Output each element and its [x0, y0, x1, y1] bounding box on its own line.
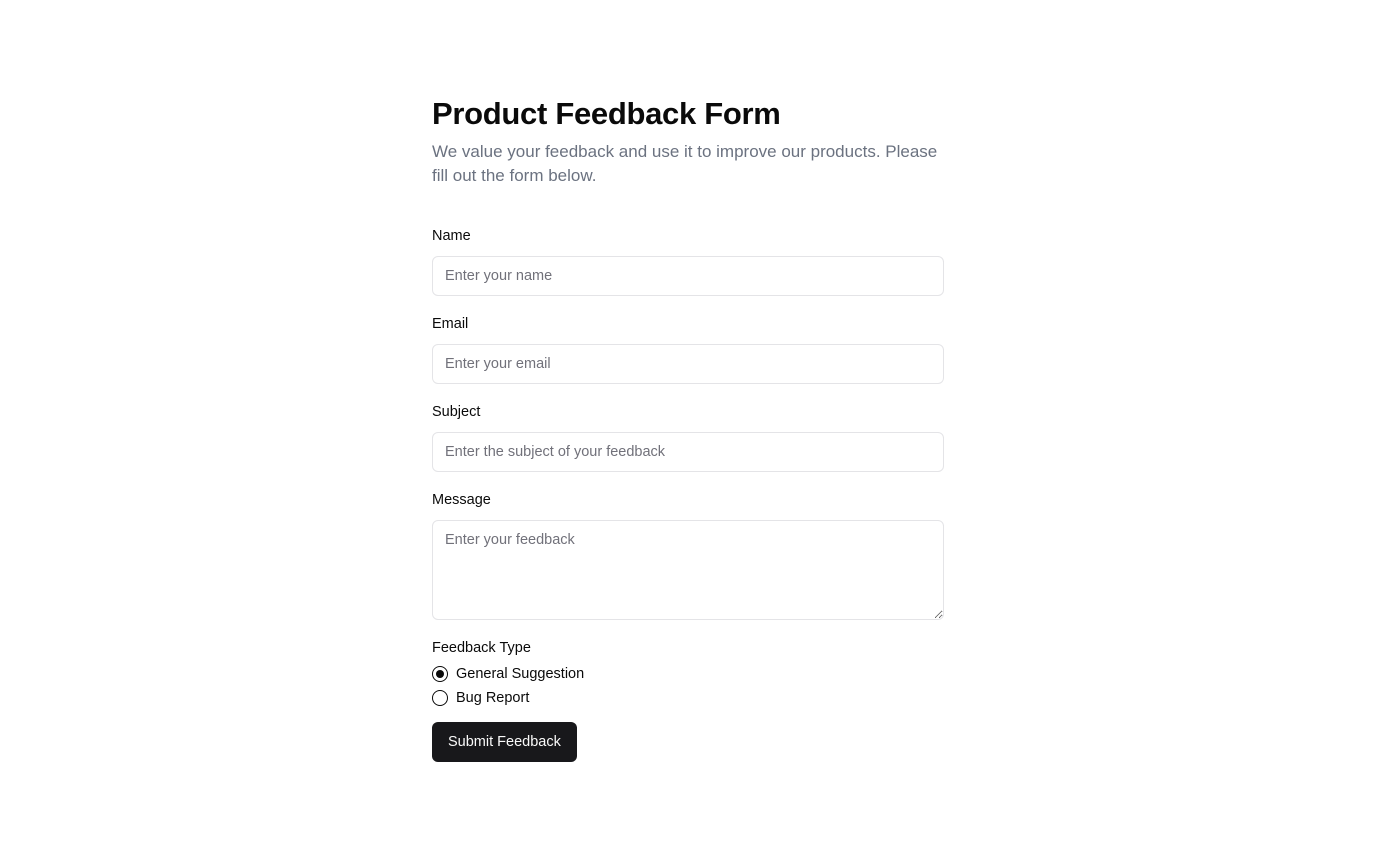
subject-label: Subject: [432, 404, 481, 420]
page-subtitle: We value your feedback and use it to imp…: [432, 142, 938, 185]
radio-unchecked-icon[interactable]: [432, 690, 448, 706]
message-field-group: Message: [432, 490, 944, 620]
name-label: Name: [432, 228, 471, 244]
subject-field-group: Subject: [432, 402, 944, 472]
radio-label-bug-report[interactable]: Bug Report: [456, 688, 529, 708]
submit-feedback-button[interactable]: Submit Feedback: [432, 722, 577, 762]
message-label: Message: [432, 492, 491, 508]
subject-input[interactable]: [432, 432, 944, 472]
radio-checked-icon[interactable]: [432, 666, 448, 682]
radio-dot-icon: [436, 670, 444, 678]
feedback-form: Product Feedback Form We value your feed…: [432, 94, 944, 762]
submit-row: Submit Feedback: [432, 722, 944, 762]
page-title: Product Feedback Form: [432, 96, 781, 131]
email-field-group: Email: [432, 314, 944, 384]
email-label: Email: [432, 316, 469, 332]
feedback-type-group: Feedback Type General Suggestion Bug Rep…: [432, 638, 944, 710]
email-input[interactable]: [432, 344, 944, 384]
name-field-group: Name: [432, 226, 944, 296]
name-input[interactable]: [432, 256, 944, 296]
radio-option-general-suggestion[interactable]: General Suggestion: [432, 662, 944, 686]
message-textarea[interactable]: [432, 520, 944, 620]
radio-label-general-suggestion[interactable]: General Suggestion: [456, 664, 584, 684]
radio-option-bug-report[interactable]: Bug Report: [432, 686, 944, 710]
feedback-type-label: Feedback Type: [432, 640, 531, 656]
